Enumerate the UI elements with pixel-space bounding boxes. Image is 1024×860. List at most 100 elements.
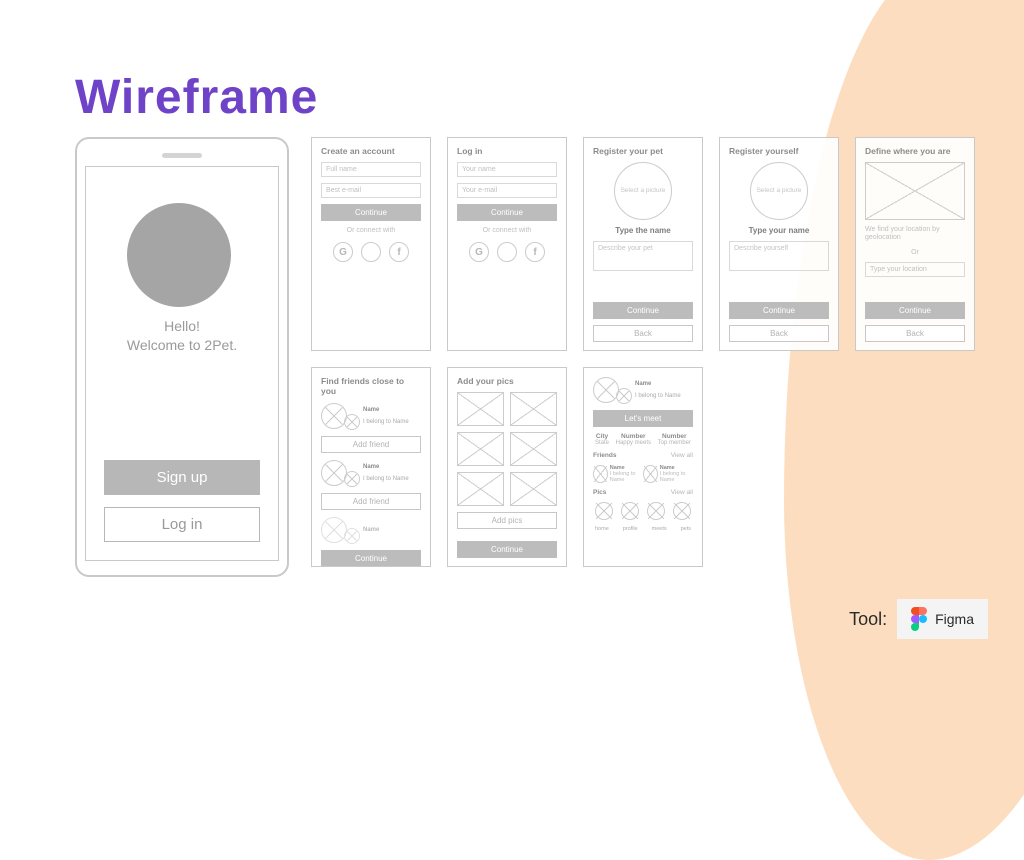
stat-head: City xyxy=(595,433,609,440)
map-placeholder xyxy=(865,162,965,220)
add-pics-button[interactable]: Add pics xyxy=(457,512,557,529)
or-text: Or xyxy=(865,249,965,256)
or-connect: Or connect with xyxy=(321,227,421,234)
stat-head: Number xyxy=(658,433,691,440)
nav-label: profile xyxy=(623,526,638,532)
add-friend-button[interactable]: Add friend xyxy=(321,436,421,453)
facebook-icon[interactable]: f xyxy=(389,242,409,262)
hello-text: Hello! xyxy=(127,317,237,336)
geo-note: We find your location by geolocation xyxy=(865,226,965,243)
view-all-link[interactable]: View all xyxy=(671,489,693,496)
page-title: Wireframe xyxy=(75,70,949,125)
pic-placeholder xyxy=(510,432,557,466)
screen-find-friends: Find friends close to you Name I belong … xyxy=(311,367,431,567)
nav-label: meets xyxy=(652,526,667,532)
figma-badge: Figma xyxy=(897,599,988,639)
friend-belong: I belong to Name xyxy=(363,476,409,482)
type-name-label: Type your name xyxy=(729,226,829,235)
back-button[interactable]: Back xyxy=(865,325,965,342)
pic-placeholder xyxy=(457,432,504,466)
screen-profile: Name I belong to Name Let's meet CitySta… xyxy=(583,367,703,567)
screen-define-location: Define where you are We find your locati… xyxy=(855,137,975,351)
login-button[interactable]: Log in xyxy=(104,507,260,542)
screen-create-account: Create an account Full name Best e-mail … xyxy=(311,137,431,351)
describe-input[interactable]: Describe yourself xyxy=(729,241,829,271)
apple-icon[interactable] xyxy=(497,242,517,262)
stats-row: CityState NumberHappy meets NumberTop me… xyxy=(593,433,693,446)
continue-button[interactable]: Continue xyxy=(593,302,693,319)
profile-name: Name xyxy=(635,381,681,387)
screen-register-yourself: Register yourself Select a picture Type … xyxy=(719,137,839,351)
friend-item: Name xyxy=(321,516,421,544)
friend-belong: I belong to Name xyxy=(610,471,643,483)
pic-placeholder xyxy=(457,472,504,506)
select-picture-button[interactable]: Select a picture xyxy=(614,162,672,220)
location-input[interactable]: Type your location xyxy=(865,262,965,277)
friend-name: Name xyxy=(363,464,409,470)
friend-belong: I belong to Name xyxy=(660,471,693,483)
continue-button[interactable]: Continue xyxy=(457,541,557,558)
nav-icon[interactable] xyxy=(647,502,665,520)
lets-meet-button[interactable]: Let's meet xyxy=(593,410,693,427)
apple-icon[interactable] xyxy=(361,242,381,262)
pic-placeholder xyxy=(457,392,504,426)
email-input[interactable]: Best e-mail xyxy=(321,183,421,198)
select-picture-button[interactable]: Select a picture xyxy=(750,162,808,220)
continue-button[interactable]: Continue xyxy=(865,302,965,319)
type-name-label: Type the name xyxy=(593,226,693,235)
fullname-input[interactable]: Full name xyxy=(321,162,421,177)
phone-screen: Hello! Welcome to 2Pet. Sign up Log in xyxy=(85,166,279,561)
nav-icon[interactable] xyxy=(673,502,691,520)
tool-credit: Tool: Figma xyxy=(849,599,988,639)
back-button[interactable]: Back xyxy=(729,325,829,342)
pic-placeholder xyxy=(510,392,557,426)
avatar-icon xyxy=(321,403,347,429)
speaker-slot xyxy=(162,153,202,158)
facebook-icon[interactable]: f xyxy=(525,242,545,262)
add-friend-button[interactable]: Add friend xyxy=(321,493,421,510)
nav-label: pets xyxy=(681,526,691,532)
avatar-small-icon xyxy=(344,528,360,544)
name-input[interactable]: Your name xyxy=(457,162,557,177)
stat-sub: State xyxy=(595,440,609,446)
friend-item: Name I belong to Name xyxy=(321,459,421,487)
nav-icon[interactable] xyxy=(595,502,613,520)
back-button[interactable]: Back xyxy=(593,325,693,342)
avatar-icon xyxy=(321,460,347,486)
or-connect: Or connect with xyxy=(457,227,557,234)
screen-login: Log in Your name Your e-mail Continue Or… xyxy=(447,137,567,351)
nav-icon[interactable] xyxy=(621,502,639,520)
signup-button[interactable]: Sign up xyxy=(104,460,260,495)
continue-button[interactable]: Continue xyxy=(457,204,557,221)
profile-belong: I belong to Name xyxy=(635,393,681,399)
continue-button[interactable]: Continue xyxy=(729,302,829,319)
avatar-placeholder xyxy=(127,203,231,307)
friend-avatar-icon xyxy=(593,465,608,483)
heading: Register your pet xyxy=(593,146,693,156)
section-friends: Friends xyxy=(593,452,616,459)
screen-add-pics: Add your pics Add pics Continue xyxy=(447,367,567,567)
nav-label: home xyxy=(595,526,609,532)
friend-name: Name xyxy=(363,407,409,413)
continue-button[interactable]: Continue xyxy=(321,204,421,221)
view-all-link[interactable]: View all xyxy=(671,452,693,459)
avatar-small-icon xyxy=(344,414,360,430)
profile-header: Name I belong to Name xyxy=(593,376,693,404)
email-input[interactable]: Your e-mail xyxy=(457,183,557,198)
avatar-icon xyxy=(593,377,619,403)
heading: Create an account xyxy=(321,146,421,156)
friend-belong: I belong to Name xyxy=(363,419,409,425)
avatar-small-icon xyxy=(344,471,360,487)
friend-name: Name xyxy=(363,527,379,533)
heading: Find friends close to you xyxy=(321,376,421,396)
stat-sub: Happy meets xyxy=(616,440,651,446)
friend-avatar-icon xyxy=(643,465,658,483)
avatar-icon xyxy=(321,517,347,543)
describe-input[interactable]: Describe your pet xyxy=(593,241,693,271)
tool-label: Tool: xyxy=(849,609,887,630)
google-icon[interactable]: G xyxy=(469,242,489,262)
continue-button[interactable]: Continue xyxy=(321,550,421,567)
phone-frame: Hello! Welcome to 2Pet. Sign up Log in xyxy=(75,137,289,577)
screen-register-pet: Register your pet Select a picture Type … xyxy=(583,137,703,351)
google-icon[interactable]: G xyxy=(333,242,353,262)
